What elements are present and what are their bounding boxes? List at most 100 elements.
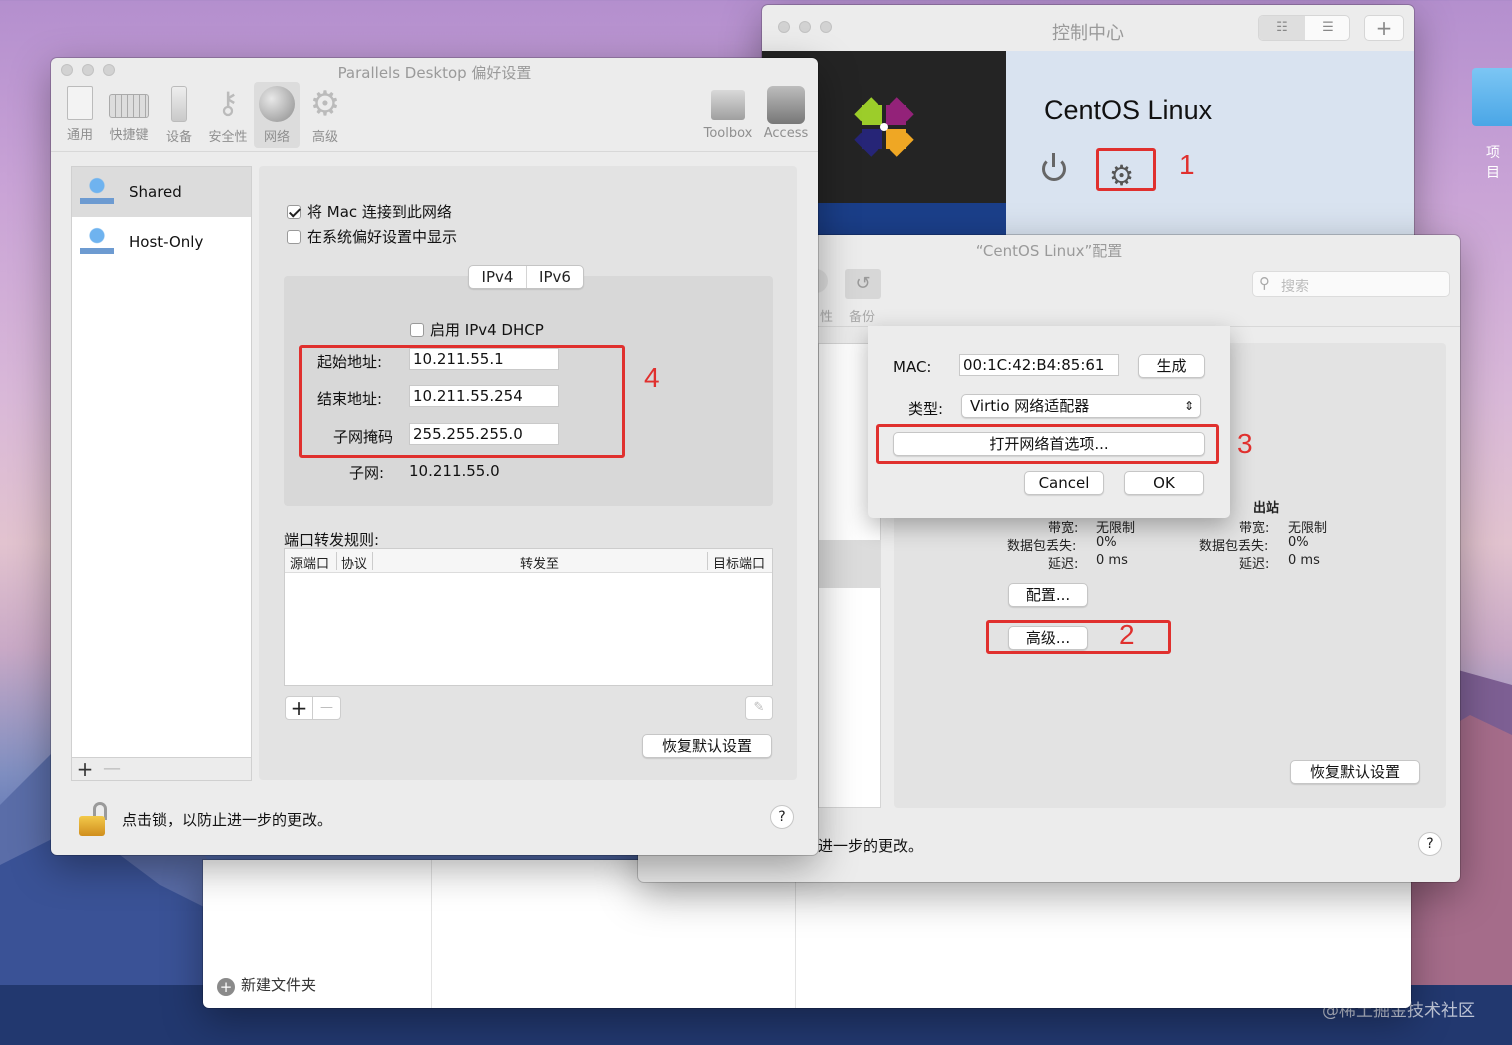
lock-body bbox=[79, 816, 105, 836]
network-item-shared[interactable]: Shared bbox=[72, 167, 251, 217]
access-icon bbox=[767, 86, 805, 124]
col-divider bbox=[372, 552, 373, 570]
callout-number-1: 1 bbox=[1179, 149, 1195, 180]
stat-label-latency-in: 延迟: bbox=[1048, 557, 1079, 572]
desktop-folder-label[interactable]: 项目 bbox=[1486, 142, 1512, 182]
toolbar-network[interactable]: 网络 bbox=[256, 86, 298, 145]
checkbox-unchecked[interactable] bbox=[410, 323, 424, 337]
checkbox-unchecked[interactable] bbox=[287, 230, 301, 244]
vm-name[interactable]: CentOS Linux bbox=[1044, 95, 1212, 126]
col-forward-to[interactable]: 转发至 bbox=[520, 553, 559, 572]
network-buttonbar-border bbox=[71, 757, 252, 781]
toolbar-general-label: 通用 bbox=[66, 128, 93, 143]
subnet-value: 10.211.55.0 bbox=[409, 462, 500, 480]
network-item-host-only[interactable]: Host-Only bbox=[72, 217, 251, 267]
toolbar-security[interactable]: ⚷ 安全性 bbox=[205, 86, 251, 145]
col-target-port[interactable]: 目标端口 bbox=[713, 553, 765, 572]
callout-box-3 bbox=[876, 424, 1219, 464]
col-divider bbox=[707, 552, 708, 570]
port-forwarding-label: 端口转发规则: bbox=[284, 531, 380, 549]
config-search-field[interactable]: ⚲ 搜索 bbox=[1252, 271, 1450, 297]
select-chevron-icon: ⇕ bbox=[1183, 399, 1194, 413]
search-icon: ⚲ bbox=[1259, 274, 1270, 292]
stat-label-loss-in: 数据包丢失: bbox=[1007, 539, 1077, 554]
desktop-folder-icon[interactable] bbox=[1472, 68, 1512, 126]
search-placeholder: 搜索 bbox=[1281, 279, 1309, 295]
gear-icon: ⚙ bbox=[309, 84, 341, 124]
finder-window: + 新建文件夹 bbox=[203, 860, 1411, 1008]
toolbar-advanced[interactable]: ⚙ 高级 bbox=[305, 86, 345, 145]
stat-value-bandwidth-in: 无限制 bbox=[1096, 521, 1136, 536]
col-source-port[interactable]: 源端口 bbox=[290, 553, 329, 572]
callout-box-4 bbox=[299, 345, 625, 458]
toolbox-icon bbox=[711, 90, 745, 120]
control-center-window: 控制中心 ☷ ☰ + CentOS Linux ⚙ 1 bbox=[762, 5, 1414, 245]
list-view-icon[interactable]: ☰ bbox=[1305, 16, 1351, 40]
backup-icon[interactable]: ↺ bbox=[845, 269, 881, 299]
port-forwarding-table: 源端口 协议 转发至 目标端口 bbox=[284, 548, 773, 686]
mac-address-field[interactable]: 00:1C:42:B4:85:61 bbox=[959, 354, 1119, 376]
vm-info-panel: CentOS Linux ⚙ bbox=[1006, 51, 1414, 245]
subnet-label: 子网: bbox=[349, 464, 385, 482]
toolbar-shortcuts[interactable]: 快捷键 bbox=[106, 86, 152, 143]
stat-value-latency-out: 0 ms bbox=[1288, 553, 1320, 568]
device-icon bbox=[171, 86, 187, 122]
ok-button[interactable]: OK bbox=[1124, 471, 1204, 495]
power-icon-stem bbox=[1052, 153, 1055, 167]
callout-number-4: 4 bbox=[644, 362, 660, 393]
stat-value-loss-in: 0% bbox=[1096, 535, 1117, 550]
preferences-window: Parallels Desktop 偏好设置 通用 快捷键 设备 ⚷ 安全性 网络… bbox=[51, 58, 818, 855]
plus-circle-icon: + bbox=[217, 978, 235, 996]
toolbar-advanced-label: 高级 bbox=[311, 130, 338, 145]
ip-version-segmented[interactable]: IPv4 IPv6 bbox=[468, 265, 584, 289]
new-folder-button[interactable]: + 新建文件夹 bbox=[217, 974, 316, 996]
finder-sidebar-divider bbox=[431, 860, 432, 1008]
toolbar-access[interactable]: Access bbox=[761, 86, 811, 141]
general-icon bbox=[67, 86, 93, 120]
toolbar-devices[interactable]: 设备 bbox=[159, 86, 199, 145]
view-toggle[interactable]: ☷ ☰ bbox=[1258, 15, 1350, 41]
adapter-type-select[interactable]: Virtio 网络适配器 ⇕ bbox=[961, 394, 1201, 418]
toolbar-toolbox[interactable]: Toolbox bbox=[701, 86, 755, 141]
add-vm-button[interactable]: + bbox=[1364, 15, 1404, 41]
config-help-button[interactable]: ? bbox=[1418, 832, 1442, 856]
grid-view-icon[interactable]: ☷ bbox=[1259, 16, 1305, 40]
cancel-button[interactable]: Cancel bbox=[1024, 471, 1104, 495]
toolbar-shortcuts-label: 快捷键 bbox=[109, 128, 149, 143]
configure-button[interactable]: 配置... bbox=[1008, 583, 1088, 607]
show-in-prefs-checkbox[interactable]: 在系统偏好设置中显示 bbox=[287, 226, 457, 247]
globe-icon bbox=[259, 86, 295, 122]
stat-label-latency-out: 延迟: bbox=[1239, 557, 1270, 572]
toolbar-partial-label: 性 bbox=[820, 310, 834, 325]
tab-ipv6[interactable]: IPv6 bbox=[527, 266, 583, 288]
config-restore-defaults-button[interactable]: 恢复默认设置 bbox=[1290, 760, 1420, 784]
callout-box-2 bbox=[986, 620, 1171, 654]
tab-ipv4[interactable]: IPv4 bbox=[469, 266, 527, 288]
toolbar-general[interactable]: 通用 bbox=[61, 86, 99, 143]
callout-number-2: 2 bbox=[1119, 619, 1135, 650]
add-rule-button[interactable]: + bbox=[285, 696, 313, 720]
generate-mac-button[interactable]: 生成 bbox=[1138, 354, 1205, 378]
prefs-toolbar-divider bbox=[51, 151, 818, 152]
remove-rule-button[interactable]: — bbox=[313, 696, 341, 720]
toolbar-devices-label: 设备 bbox=[165, 130, 192, 145]
edit-rule-button[interactable]: ✎ bbox=[745, 696, 773, 720]
network-globe-icon bbox=[80, 226, 114, 258]
col-protocol[interactable]: 协议 bbox=[341, 553, 367, 572]
connect-mac-label: 将 Mac 连接到此网络 bbox=[307, 203, 452, 221]
restore-defaults-button[interactable]: 恢复默认设置 bbox=[642, 734, 772, 758]
lock-icon[interactable] bbox=[79, 802, 109, 836]
backup-label: 备份 bbox=[849, 310, 876, 325]
sidebar-selected-row[interactable] bbox=[819, 540, 881, 588]
centos-logo-icon bbox=[854, 97, 914, 157]
network-list: Shared Host-Only bbox=[71, 166, 252, 758]
config-lock-text: 进一步的更改。 bbox=[818, 837, 924, 855]
help-button[interactable]: ? bbox=[770, 805, 794, 829]
stat-value-bandwidth-out: 无限制 bbox=[1288, 521, 1328, 536]
checkbox-checked[interactable] bbox=[287, 205, 301, 219]
dhcp-checkbox[interactable]: 启用 IPv4 DHCP bbox=[410, 319, 544, 340]
toolbar-network-label: 网络 bbox=[263, 130, 290, 145]
table-header: 源端口 协议 转发至 目标端口 bbox=[285, 549, 772, 573]
connect-mac-checkbox[interactable]: 将 Mac 连接到此网络 bbox=[287, 201, 452, 222]
network-item-label: Host-Only bbox=[129, 233, 204, 251]
